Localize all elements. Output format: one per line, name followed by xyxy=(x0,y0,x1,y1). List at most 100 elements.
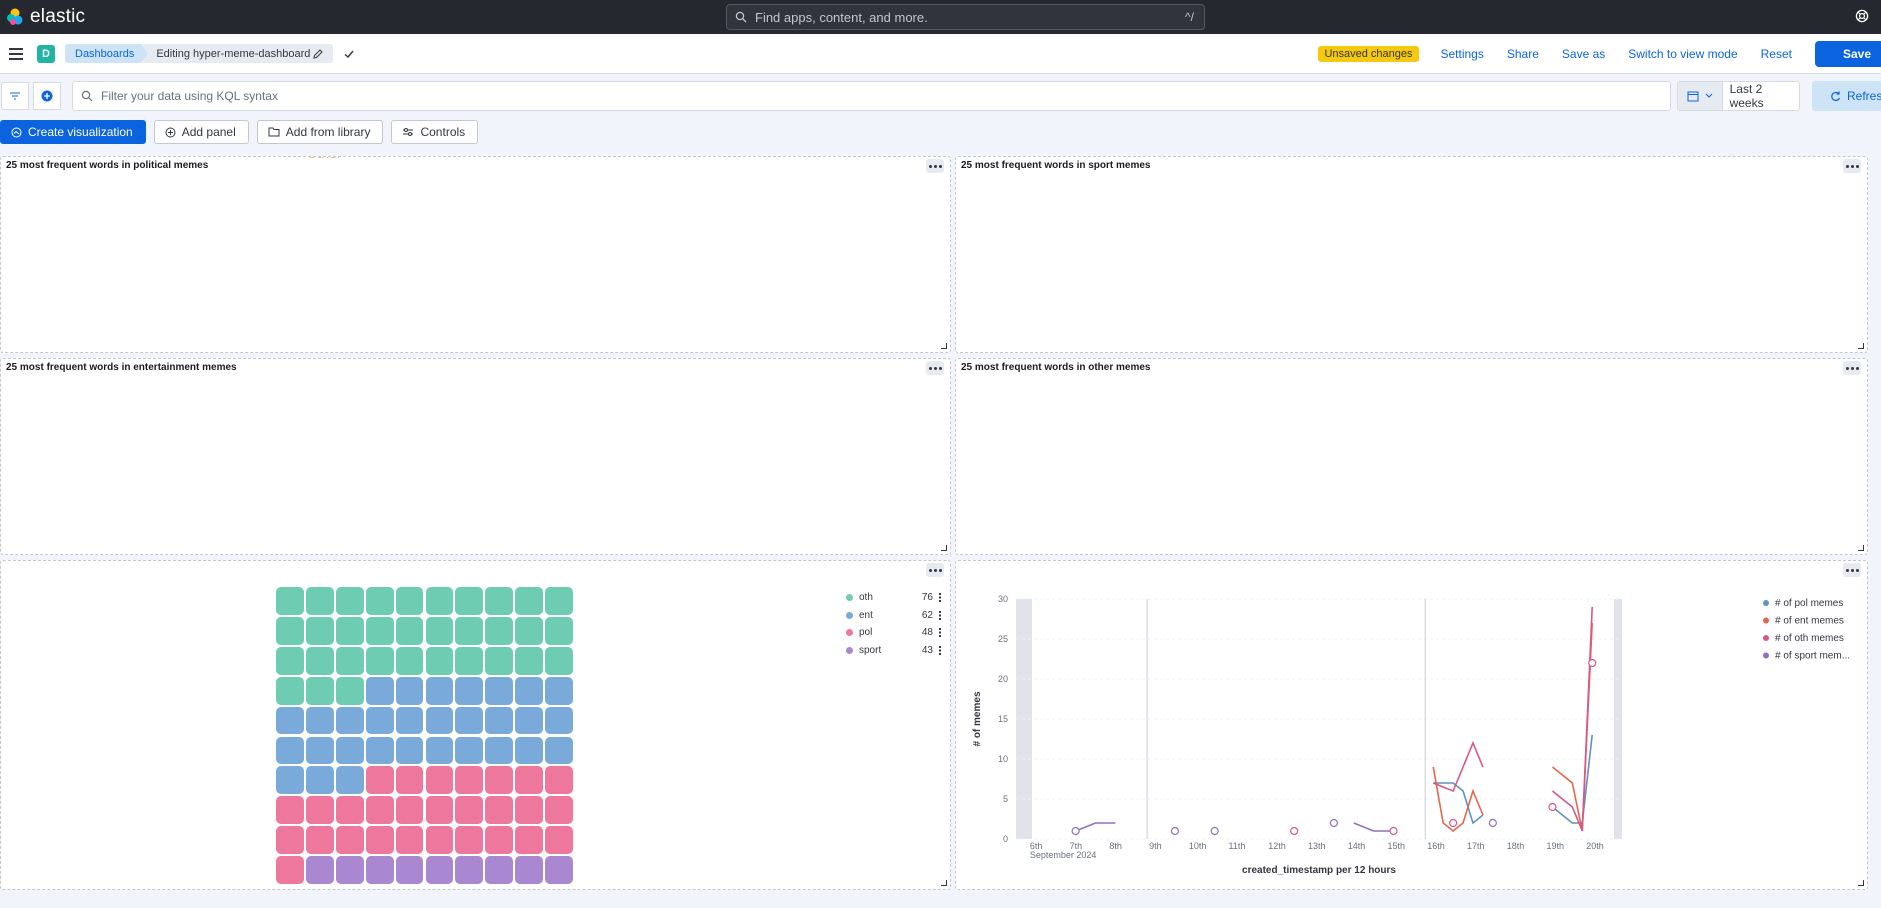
waffle-cell[interactable] xyxy=(545,646,573,675)
waffle-cell[interactable] xyxy=(395,676,424,705)
legend-label[interactable]: # of sport mem... xyxy=(1775,651,1850,662)
waffle-cell[interactable] xyxy=(395,826,424,855)
waffle-cell[interactable] xyxy=(515,766,544,795)
waffle-cell[interactable] xyxy=(455,616,484,645)
waffle-cell[interactable] xyxy=(335,587,364,615)
waffle-cell[interactable] xyxy=(485,826,514,855)
legend-more-icon[interactable] xyxy=(939,610,941,620)
waffle-cell[interactable] xyxy=(305,587,334,615)
waffle-cell[interactable] xyxy=(276,646,304,675)
waffle-cell[interactable] xyxy=(425,736,454,765)
waffle-cell[interactable] xyxy=(365,766,394,795)
waffle-cell[interactable] xyxy=(305,826,334,855)
waffle-cell[interactable] xyxy=(365,826,394,855)
waffle-cell[interactable] xyxy=(395,736,424,765)
waffle-cell[interactable] xyxy=(515,706,544,735)
waffle-cell[interactable] xyxy=(276,676,304,705)
waffle-cell[interactable] xyxy=(485,646,514,675)
legend-more-icon[interactable] xyxy=(939,628,941,638)
waffle-cell[interactable] xyxy=(485,676,514,705)
legend-label[interactable]: # of oth memes xyxy=(1775,633,1844,644)
quick-menu-button[interactable] xyxy=(1678,82,1723,110)
waffle-cell[interactable] xyxy=(335,616,364,645)
waffle-cell[interactable] xyxy=(395,766,424,795)
reset-link[interactable]: Reset xyxy=(1761,47,1792,61)
waffle-cell[interactable] xyxy=(365,706,394,735)
waffle-cell[interactable] xyxy=(545,826,573,855)
waffle-cell[interactable] xyxy=(455,796,484,825)
waffle-cell[interactable] xyxy=(425,587,454,615)
waffle-cell[interactable] xyxy=(455,736,484,765)
space-avatar[interactable]: D xyxy=(37,44,55,63)
waffle-cell[interactable] xyxy=(365,736,394,765)
legend-more-icon[interactable] xyxy=(939,645,941,655)
waffle-cell[interactable] xyxy=(545,796,573,825)
waffle-cell[interactable] xyxy=(276,706,304,735)
legend-item[interactable]: pol 48 xyxy=(846,624,941,642)
controls-button[interactable]: Controls xyxy=(391,120,479,144)
waffle-cell[interactable] xyxy=(485,856,514,884)
waffle-cell[interactable] xyxy=(515,736,544,765)
date-picker[interactable]: Last 2 weeks xyxy=(1677,81,1800,111)
waffle-cell[interactable] xyxy=(515,676,544,705)
waffle-cell[interactable] xyxy=(365,676,394,705)
waffle-cell[interactable] xyxy=(455,766,484,795)
waffle-cell[interactable] xyxy=(276,766,304,795)
refresh-button[interactable]: Refresh xyxy=(1812,81,1881,111)
waffle-cell[interactable] xyxy=(455,676,484,705)
waffle-cell[interactable] xyxy=(455,587,484,615)
settings-link[interactable]: Settings xyxy=(1441,47,1484,61)
waffle-cell[interactable] xyxy=(485,706,514,735)
save-as-link[interactable]: Save as xyxy=(1562,47,1605,61)
share-link[interactable]: Share xyxy=(1507,47,1539,61)
save-button[interactable]: Save xyxy=(1815,41,1881,67)
waffle-cell[interactable] xyxy=(305,676,334,705)
waffle-cell[interactable] xyxy=(335,766,364,795)
waffle-cell[interactable] xyxy=(276,796,304,825)
resize-handle-icon[interactable] xyxy=(1858,545,1864,551)
waffle-cell[interactable] xyxy=(305,706,334,735)
elastic-logo[interactable]: elastic xyxy=(6,6,85,28)
waffle-cell[interactable] xyxy=(485,796,514,825)
waffle-cell[interactable] xyxy=(305,736,334,765)
legend-label[interactable]: # of ent memes xyxy=(1775,616,1844,627)
waffle-cell[interactable] xyxy=(515,616,544,645)
waffle-cell[interactable] xyxy=(545,616,573,645)
legend-item[interactable]: oth 76 xyxy=(846,589,941,607)
waffle-cell[interactable] xyxy=(395,856,424,884)
waffle-cell[interactable] xyxy=(515,856,544,884)
waffle-cell[interactable] xyxy=(395,796,424,825)
waffle-cell[interactable] xyxy=(276,826,304,855)
resize-handle-icon[interactable] xyxy=(941,545,947,551)
waffle-cell[interactable] xyxy=(276,856,304,884)
waffle-cell[interactable] xyxy=(335,826,364,855)
waffle-cell[interactable] xyxy=(425,646,454,675)
waffle-cell[interactable] xyxy=(365,616,394,645)
waffle-cell[interactable] xyxy=(276,616,304,645)
waffle-cell[interactable] xyxy=(515,826,544,855)
waffle-cell[interactable] xyxy=(545,856,573,884)
legend-label[interactable]: # of pol memes xyxy=(1775,598,1843,609)
waffle-cell[interactable] xyxy=(515,796,544,825)
word-cloud-word[interactable]: Other xyxy=(307,157,342,160)
kql-query-input[interactable]: Filter your data using KQL syntax xyxy=(72,81,1671,111)
add-filter-button[interactable] xyxy=(33,82,61,110)
add-panel-button[interactable]: Add panel xyxy=(153,120,249,144)
hamburger-menu-icon[interactable] xyxy=(9,45,23,63)
waffle-cell[interactable] xyxy=(365,796,394,825)
legend-item[interactable]: ent 62 xyxy=(846,607,941,625)
waffle-cell[interactable] xyxy=(395,646,424,675)
waffle-cell[interactable] xyxy=(305,796,334,825)
waffle-cell[interactable] xyxy=(425,826,454,855)
waffle-cell[interactable] xyxy=(335,676,364,705)
create-visualization-button[interactable]: Create visualization xyxy=(0,120,146,144)
waffle-cell[interactable] xyxy=(395,616,424,645)
waffle-cell[interactable] xyxy=(545,676,573,705)
waffle-cell[interactable] xyxy=(335,736,364,765)
legend-item[interactable]: sport 43 xyxy=(846,642,941,660)
help-icon[interactable] xyxy=(1855,9,1869,23)
breadcrumb-dashboards[interactable]: Dashboards xyxy=(65,44,149,63)
waffle-cell[interactable] xyxy=(485,766,514,795)
resize-handle-icon[interactable] xyxy=(1858,343,1864,349)
waffle-cell[interactable] xyxy=(425,676,454,705)
